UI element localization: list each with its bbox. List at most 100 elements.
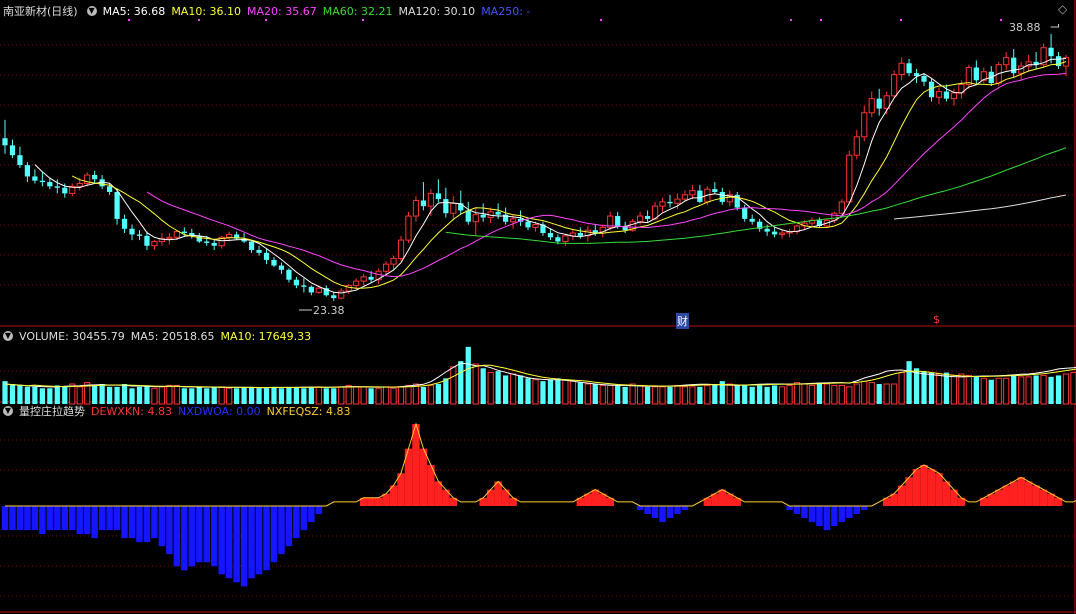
volume-bar [458, 361, 464, 404]
indicator-up-bar [419, 448, 428, 506]
volume-bar [241, 386, 247, 404]
candle-body [764, 228, 770, 232]
candle-body [211, 242, 217, 246]
diamond-icon[interactable]: ◇ [1058, 2, 1067, 16]
candle-body [301, 285, 307, 287]
volume-bar [405, 384, 412, 405]
indicator-up-bar [1002, 485, 1010, 506]
dividend-marker[interactable]: $ [933, 313, 940, 326]
candle-body [950, 92, 958, 100]
indicator-up-bar [1024, 481, 1033, 506]
volume-bar [734, 385, 740, 404]
indicator-down-bar [196, 506, 203, 563]
volume-ma5-label: MA5: 20518.65 [130, 329, 215, 343]
candle-body [47, 182, 53, 187]
volume-bar [397, 386, 405, 405]
candle-body [427, 192, 435, 207]
volume-bar [158, 386, 166, 405]
volume-bar [487, 372, 494, 405]
volume-bar [667, 386, 673, 404]
candle-body [278, 265, 285, 270]
volume-bar [1003, 377, 1010, 405]
volume-toggle-icon[interactable]: ▼ [3, 331, 13, 341]
volume-bar [1062, 373, 1070, 405]
candle-body [861, 112, 868, 138]
volume-bar [659, 386, 666, 405]
indicator-down-bar [308, 506, 315, 523]
financial-report-marker[interactable]: 财 [676, 313, 689, 329]
volume-bar [525, 378, 531, 404]
indicator-down-bar [659, 506, 666, 523]
indicator-down-bar [300, 506, 308, 531]
candle-body [935, 91, 943, 98]
indicator-up-bar [942, 481, 951, 506]
indicator-down-bar [136, 506, 143, 543]
indicator-down-bar [674, 506, 681, 515]
volume-bar [345, 384, 352, 405]
signal-dot [820, 19, 822, 21]
indicator-down-bar [808, 506, 816, 523]
volume-bar [450, 366, 457, 405]
indicator-s1-label: DEWXKN: 4.83 [91, 404, 172, 418]
volume-bar [592, 384, 598, 404]
volume-bar [1018, 376, 1025, 405]
candle-body [1048, 47, 1054, 57]
volume-bar [495, 371, 501, 404]
volume-bar [323, 388, 329, 404]
volume-bar [315, 386, 322, 405]
ma250-label: MA250: - [481, 4, 531, 18]
indicator-down-bar [54, 506, 61, 531]
volume-bar [823, 383, 831, 405]
signal-dot [198, 19, 200, 21]
volume-bar [726, 383, 733, 405]
volume-bar [861, 380, 868, 405]
candle-body [480, 214, 486, 218]
indicator-down-bar [233, 506, 240, 583]
indicator-down-bar [188, 506, 196, 567]
candle-body [92, 175, 98, 180]
volume-bar [271, 386, 277, 404]
indicator-down-bar [263, 506, 270, 571]
volume-bar [778, 386, 786, 405]
indicator-down-bar [128, 506, 136, 539]
ma5-line [34, 58, 1067, 294]
candle-body [248, 241, 255, 250]
indicator-down-bar [113, 506, 121, 531]
signal-dot [128, 19, 130, 21]
volume-bar [39, 388, 45, 404]
indicator-toggle-icon[interactable]: ▼ [3, 406, 13, 416]
volume-bar [771, 385, 778, 404]
indicator-title: 量控庄拉趋势 [19, 405, 85, 418]
volume-bar [308, 386, 314, 404]
candle-body [495, 211, 501, 215]
volume-bar [420, 386, 427, 404]
indicator-down-bar [278, 506, 285, 555]
candle-body [435, 193, 441, 200]
volume-ma10-label: MA10: 17649.33 [220, 329, 312, 343]
candle-body [838, 201, 845, 214]
volume-bar [965, 374, 972, 405]
candle-body [382, 263, 390, 272]
volume-bar [24, 386, 31, 404]
volume-bar [876, 384, 882, 404]
candle-body [719, 192, 725, 202]
volume-bar [853, 383, 860, 405]
volume-bar [906, 361, 912, 404]
volume-bar [144, 385, 150, 404]
indicator-down-bar [801, 506, 808, 519]
candle-body [868, 98, 875, 114]
volume-bar [338, 386, 345, 405]
volume-bar [278, 388, 285, 404]
settings-toggle-icon[interactable]: ▼ [86, 6, 97, 16]
volume-bar [704, 384, 711, 405]
indicator-down-bar [636, 506, 644, 511]
volume-bar [181, 388, 187, 404]
volume-bar [375, 387, 382, 405]
high-arrow [1050, 24, 1060, 28]
signal-dot [790, 19, 792, 21]
candle-body [443, 199, 449, 214]
candle-body [54, 186, 60, 188]
volume-bar [173, 384, 180, 405]
volume-bar [301, 388, 307, 404]
volume-bar [502, 375, 509, 404]
